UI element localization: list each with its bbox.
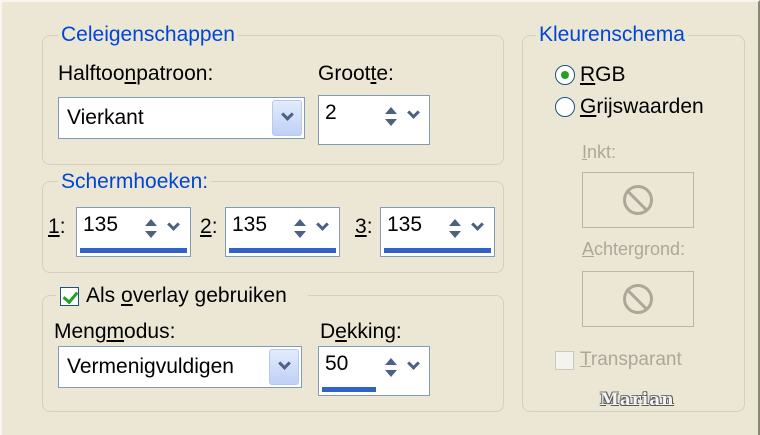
angle-2-label: 2: bbox=[200, 215, 218, 238]
angle-1-value: 135 bbox=[83, 213, 119, 236]
halftone-dropdown-button[interactable] bbox=[272, 100, 302, 136]
chevron-down-icon bbox=[278, 357, 291, 370]
angle-3-value: 135 bbox=[387, 213, 423, 236]
rgb-radio[interactable] bbox=[555, 65, 575, 85]
angle-1-up-down-icon[interactable] bbox=[145, 216, 159, 244]
halftone-label: Halftoonpatroon: bbox=[58, 62, 214, 85]
angle-2-spinner[interactable]: 135 bbox=[225, 207, 340, 257]
rgb-label[interactable]: RGB bbox=[580, 63, 626, 87]
screen-angles-title: Schermhoeken: bbox=[58, 170, 212, 194]
opacity-value: 50 bbox=[325, 352, 349, 375]
cell-properties-title: Celeigenschappen bbox=[58, 23, 238, 47]
angle-3-spinner[interactable]: 135 bbox=[380, 207, 495, 257]
angle-3-progress bbox=[384, 248, 491, 253]
angle-3-label: 3: bbox=[355, 215, 373, 238]
angle-1-spinner[interactable]: 135 bbox=[76, 207, 191, 257]
transparent-label[interactable]: Transparant bbox=[580, 348, 682, 372]
prohibited-icon bbox=[623, 185, 653, 215]
opacity-spinner[interactable]: 50 bbox=[318, 346, 430, 396]
chevron-down-icon bbox=[281, 108, 294, 121]
overlay-checkbox[interactable] bbox=[60, 287, 79, 306]
overlay-checkbox-row[interactable]: Als overlay gebruiken bbox=[56, 284, 308, 308]
chevron-down-icon[interactable] bbox=[165, 218, 183, 238]
blend-mode-dropdown-button[interactable] bbox=[269, 349, 299, 385]
opacity-up-down-icon[interactable] bbox=[385, 355, 399, 383]
signature-watermark: Marian bbox=[600, 390, 675, 410]
chevron-down-icon[interactable] bbox=[469, 218, 487, 238]
size-label: Grootte: bbox=[318, 62, 394, 85]
angle-1-progress bbox=[80, 248, 187, 253]
size-spinner[interactable]: 2 bbox=[318, 95, 430, 145]
blend-mode-value: Vermenigvuldigen bbox=[67, 355, 234, 378]
opacity-progress bbox=[322, 387, 376, 392]
ink-color-swatch[interactable] bbox=[582, 172, 694, 228]
angle-2-up-down-icon[interactable] bbox=[294, 216, 308, 244]
angle-2-value: 135 bbox=[232, 213, 268, 236]
background-label: Achtergrond: bbox=[582, 239, 686, 259]
angle-1-label: 1: bbox=[48, 215, 66, 238]
checkmark-icon bbox=[62, 287, 79, 305]
prohibited-icon bbox=[623, 284, 653, 314]
ink-label: Inkt: bbox=[582, 142, 617, 162]
radio-selected-dot-icon bbox=[561, 71, 569, 79]
halftone-pattern-value: Vierkant bbox=[67, 106, 144, 129]
chevron-down-icon[interactable] bbox=[405, 357, 423, 377]
size-up-down-icon[interactable] bbox=[385, 104, 399, 132]
overlay-checkbox-label: Als overlay gebruiken bbox=[86, 284, 287, 307]
color-scheme-title: Kleurenschema bbox=[536, 23, 688, 47]
halftone-pattern-dropdown[interactable]: Vierkant bbox=[58, 97, 305, 139]
blend-mode-label: Mengmodus: bbox=[54, 320, 176, 343]
blend-mode-dropdown[interactable]: Vermenigvuldigen bbox=[58, 346, 302, 388]
transparent-checkbox[interactable] bbox=[555, 351, 574, 370]
chevron-down-icon[interactable] bbox=[314, 218, 332, 238]
background-color-swatch[interactable] bbox=[582, 271, 694, 327]
opacity-label: Dekking: bbox=[320, 320, 402, 343]
grayscale-label[interactable]: Grijswaarden bbox=[580, 95, 704, 119]
chevron-down-icon[interactable] bbox=[405, 106, 423, 126]
size-value: 2 bbox=[325, 101, 337, 124]
grayscale-radio[interactable] bbox=[555, 97, 575, 117]
angle-2-progress bbox=[229, 248, 336, 253]
angle-3-up-down-icon[interactable] bbox=[449, 216, 463, 244]
